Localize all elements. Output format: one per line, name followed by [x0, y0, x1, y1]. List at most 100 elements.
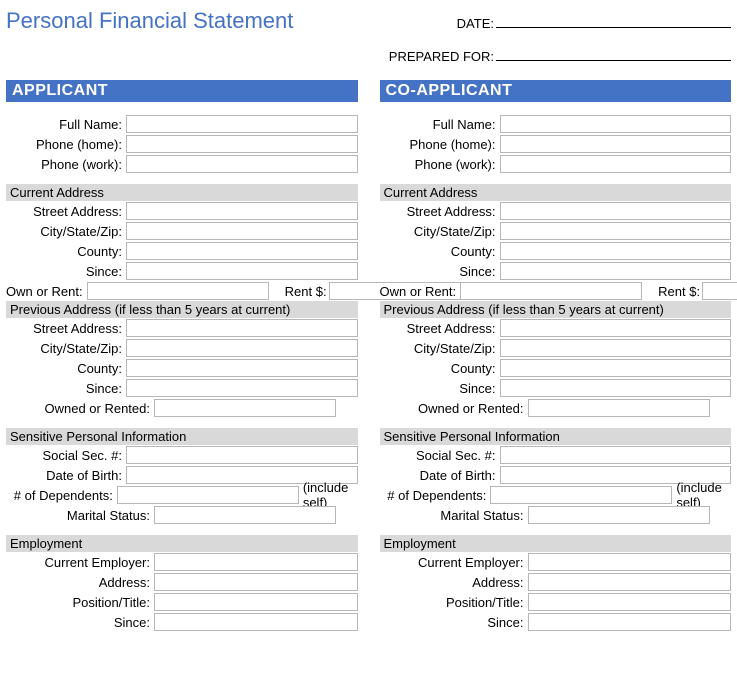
full-name-input[interactable] [126, 115, 358, 133]
co-csz-input[interactable] [500, 222, 732, 240]
prepared-for-field[interactable] [496, 48, 731, 61]
co-owned-rented-input[interactable] [528, 399, 710, 417]
co-employer-label: Current Employer: [380, 555, 528, 570]
co-position-input[interactable] [528, 593, 732, 611]
street-input[interactable] [126, 202, 358, 220]
full-name-label: Full Name: [6, 117, 126, 132]
co-csz-label: City/State/Zip: [380, 224, 500, 239]
dob-label: Date of Birth: [6, 468, 126, 483]
co-own-rent-input[interactable] [460, 282, 642, 300]
co-since-input[interactable] [500, 262, 732, 280]
co-ssn-input[interactable] [500, 446, 732, 464]
rent-amount-label: Rent $: [269, 284, 329, 299]
co-prev-county-label: County: [380, 361, 500, 376]
ssn-label: Social Sec. #: [6, 448, 126, 463]
applicant-column: APPLICANT Full Name: Phone (home): Phone… [6, 80, 358, 632]
own-rent-label: Own or Rent: [6, 284, 87, 299]
co-marital-input[interactable] [528, 506, 710, 524]
sensitive-info-header: Sensitive Personal Information [6, 428, 358, 445]
co-full-name-label: Full Name: [380, 117, 500, 132]
emp-since-label: Since: [6, 615, 154, 630]
co-own-rent-label: Own or Rent: [380, 284, 461, 299]
dependents-input[interactable] [117, 486, 299, 504]
co-current-address-header: Current Address [380, 184, 732, 201]
co-emp-address-input[interactable] [528, 573, 732, 591]
co-position-label: Position/Title: [380, 595, 528, 610]
prev-street-input[interactable] [126, 319, 358, 337]
co-employment-header: Employment [380, 535, 732, 552]
co-prev-street-label: Street Address: [380, 321, 500, 336]
co-phone-work-input[interactable] [500, 155, 732, 173]
csz-label: City/State/Zip: [6, 224, 126, 239]
position-input[interactable] [154, 593, 358, 611]
co-county-input[interactable] [500, 242, 732, 260]
co-prev-since-label: Since: [380, 381, 500, 396]
co-emp-since-input[interactable] [528, 613, 732, 631]
co-prev-street-input[interactable] [500, 319, 732, 337]
co-employer-input[interactable] [528, 553, 732, 571]
phone-home-label: Phone (home): [6, 137, 126, 152]
co-phone-work-label: Phone (work): [380, 157, 500, 172]
owned-rented-label: Owned or Rented: [6, 401, 154, 416]
county-label: County: [6, 244, 126, 259]
phone-work-label: Phone (work): [6, 157, 126, 172]
co-full-name-input[interactable] [500, 115, 732, 133]
coapplicant-header: CO-APPLICANT [380, 80, 732, 102]
co-owned-rented-label: Owned or Rented: [380, 401, 528, 416]
emp-address-label: Address: [6, 575, 154, 590]
marital-input[interactable] [154, 506, 336, 524]
employer-input[interactable] [154, 553, 358, 571]
co-prev-since-input[interactable] [500, 379, 732, 397]
street-label: Street Address: [6, 204, 126, 219]
employment-header: Employment [6, 535, 358, 552]
prev-csz-label: City/State/Zip: [6, 341, 126, 356]
prev-county-label: County: [6, 361, 126, 376]
date-field[interactable] [496, 15, 731, 28]
prev-since-label: Since: [6, 381, 126, 396]
county-input[interactable] [126, 242, 358, 260]
co-phone-home-label: Phone (home): [380, 137, 500, 152]
co-rent-amount-input[interactable] [702, 282, 737, 300]
own-rent-input[interactable] [87, 282, 269, 300]
co-rent-amount-label: Rent $: [642, 284, 702, 299]
co-emp-since-label: Since: [380, 615, 528, 630]
phone-home-input[interactable] [126, 135, 358, 153]
applicant-header: APPLICANT [6, 80, 358, 102]
dependents-label: # of Dependents: [6, 488, 117, 503]
emp-address-input[interactable] [154, 573, 358, 591]
co-since-label: Since: [380, 264, 500, 279]
co-prev-csz-label: City/State/Zip: [380, 341, 500, 356]
co-phone-home-input[interactable] [500, 135, 732, 153]
coapplicant-column: CO-APPLICANT Full Name: Phone (home): Ph… [380, 80, 732, 632]
co-prev-csz-input[interactable] [500, 339, 732, 357]
prev-county-input[interactable] [126, 359, 358, 377]
co-dependents-input[interactable] [490, 486, 672, 504]
emp-since-input[interactable] [154, 613, 358, 631]
co-sensitive-info-header: Sensitive Personal Information [380, 428, 732, 445]
phone-work-input[interactable] [126, 155, 358, 173]
position-label: Position/Title: [6, 595, 154, 610]
co-previous-address-header: Previous Address (if less than 5 years a… [380, 301, 732, 318]
co-emp-address-label: Address: [380, 575, 528, 590]
prev-since-input[interactable] [126, 379, 358, 397]
employer-label: Current Employer: [6, 555, 154, 570]
prepared-for-label: PREPARED FOR: [366, 49, 496, 64]
co-street-input[interactable] [500, 202, 732, 220]
owned-rented-input[interactable] [154, 399, 336, 417]
csz-input[interactable] [126, 222, 358, 240]
previous-address-header: Previous Address (if less than 5 years a… [6, 301, 358, 318]
co-marital-label: Marital Status: [380, 508, 528, 523]
prev-street-label: Street Address: [6, 321, 126, 336]
since-input[interactable] [126, 262, 358, 280]
page-title: Personal Financial Statement [6, 8, 366, 34]
prev-csz-input[interactable] [126, 339, 358, 357]
ssn-input[interactable] [126, 446, 358, 464]
since-label: Since: [6, 264, 126, 279]
co-county-label: County: [380, 244, 500, 259]
co-street-label: Street Address: [380, 204, 500, 219]
co-prev-county-input[interactable] [500, 359, 732, 377]
co-ssn-label: Social Sec. #: [380, 448, 500, 463]
co-dob-label: Date of Birth: [380, 468, 500, 483]
marital-label: Marital Status: [6, 508, 154, 523]
date-label: DATE: [366, 16, 496, 31]
